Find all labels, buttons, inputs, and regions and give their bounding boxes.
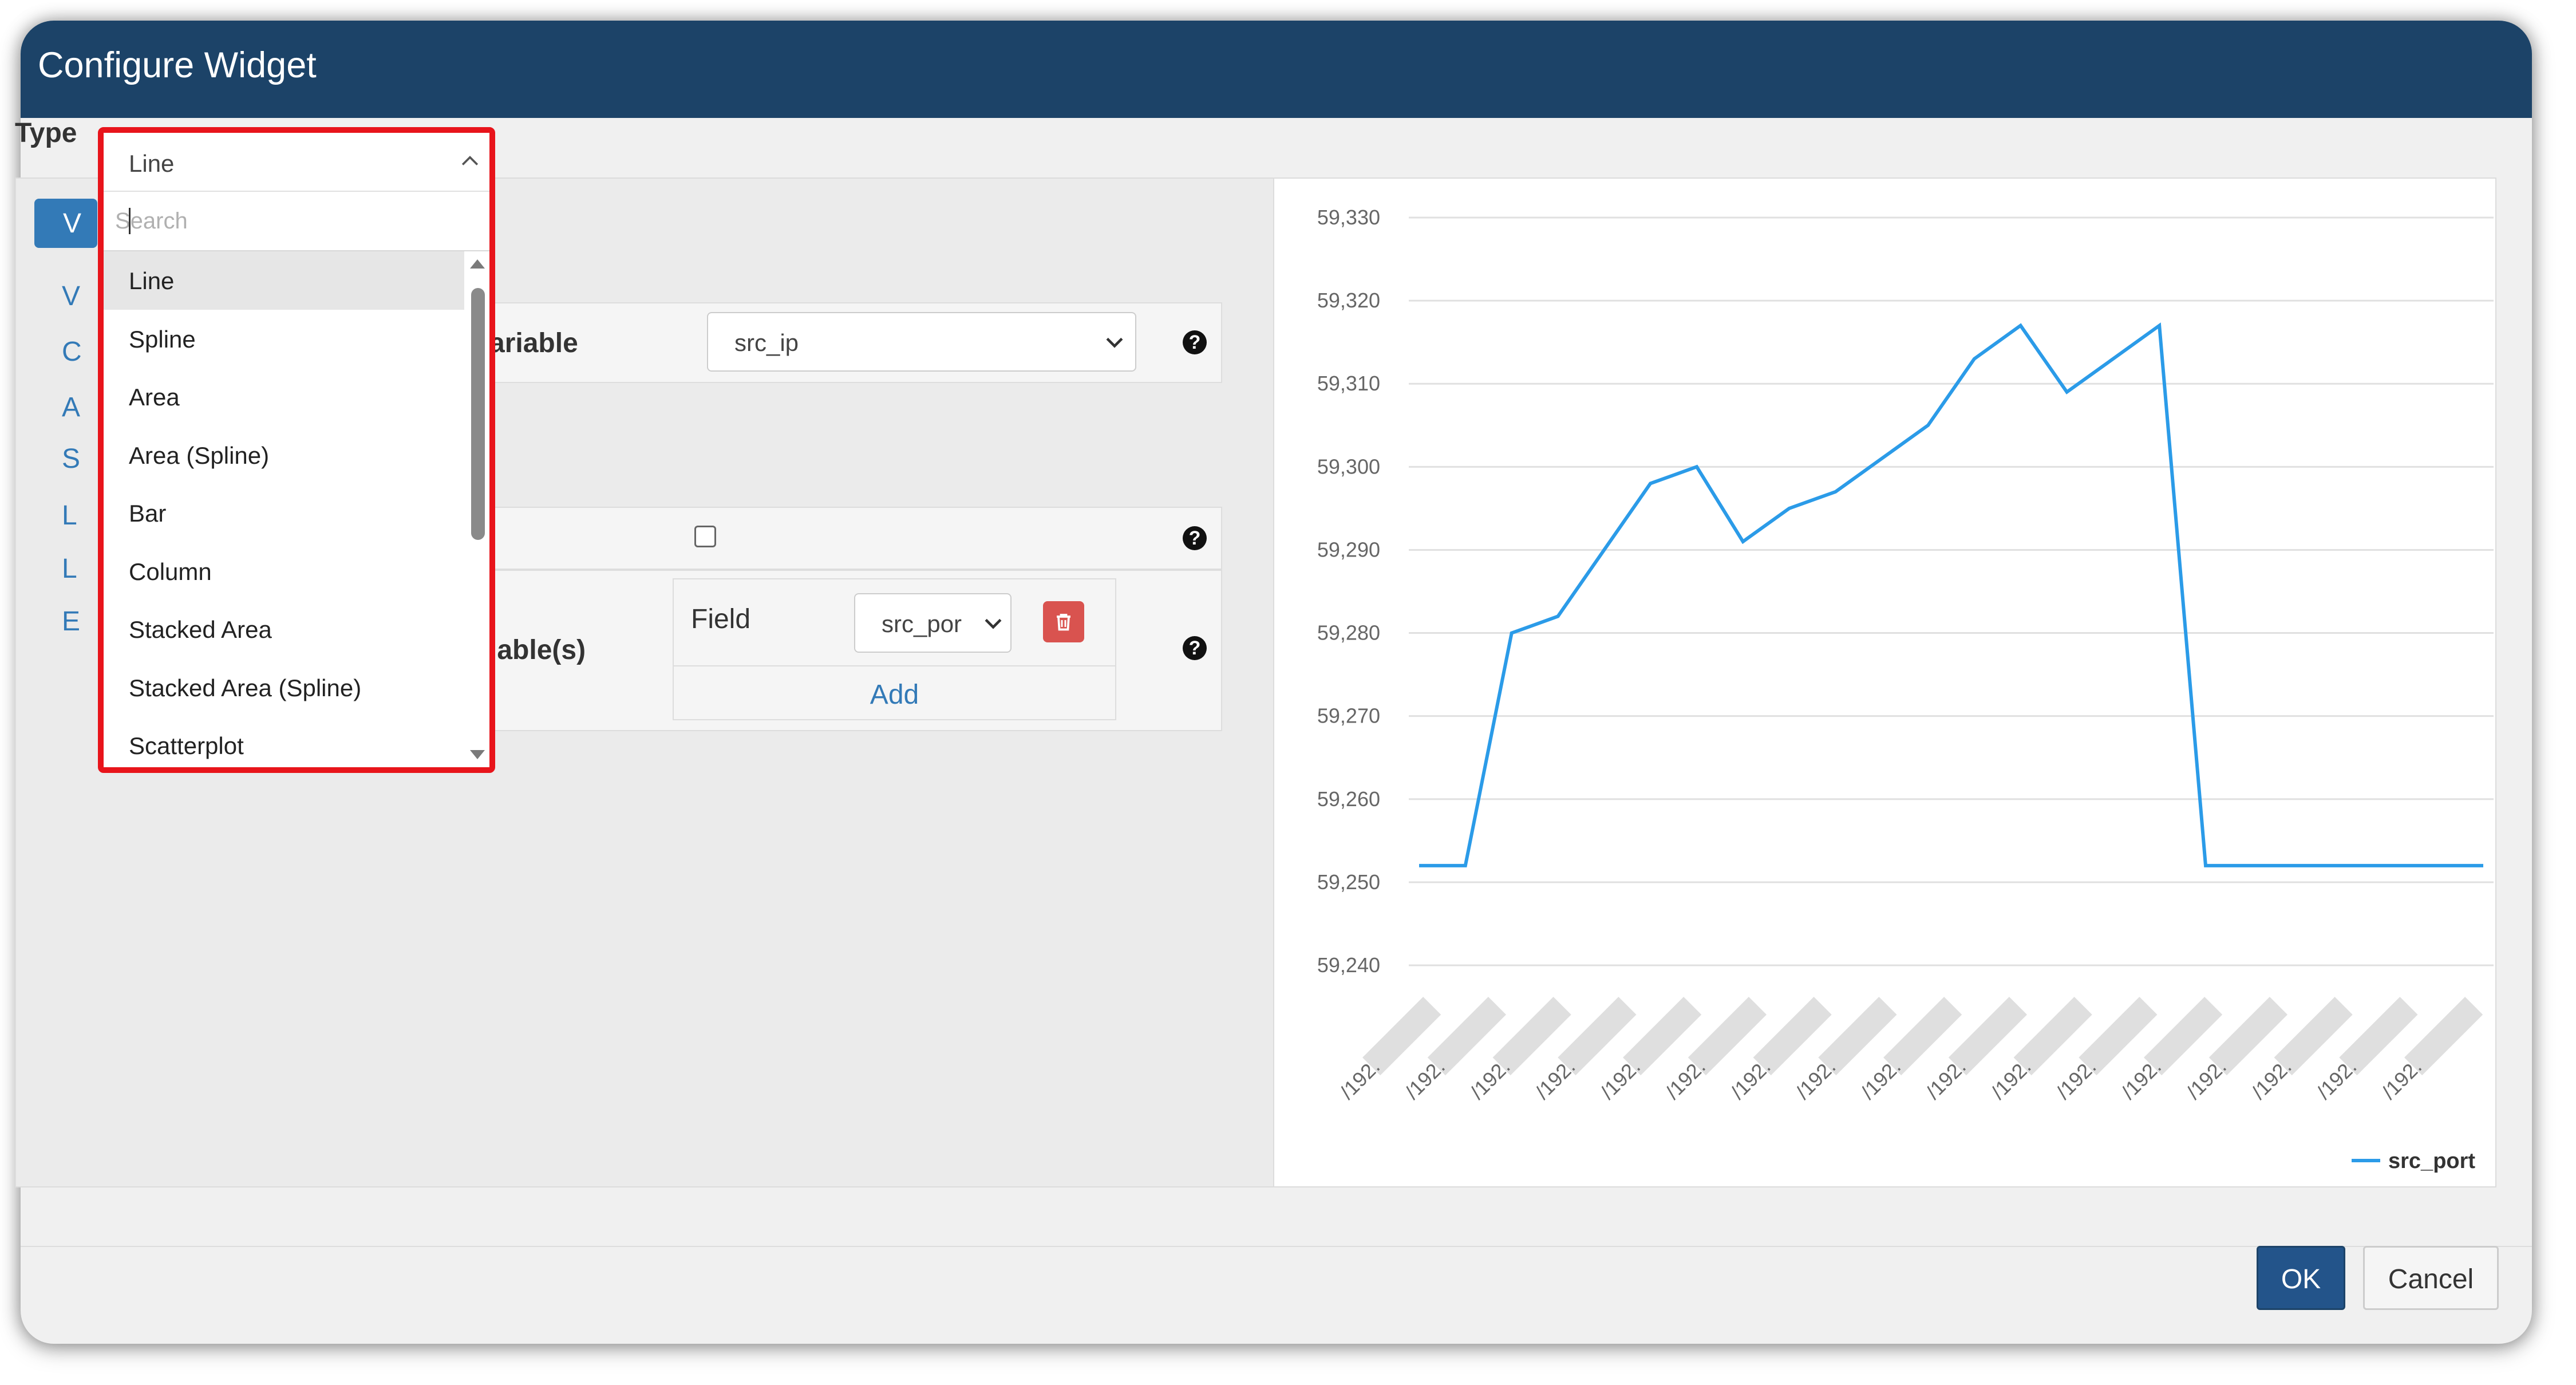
sidebar-item-1[interactable]: V xyxy=(62,281,80,312)
y-tick-label: 59,310 xyxy=(1317,372,1380,395)
series-line-src-port xyxy=(1419,322,2483,867)
y-tick-label: 59,290 xyxy=(1317,538,1380,561)
modal-title: Configure Widget xyxy=(38,45,317,85)
question-circle-icon[interactable]: ? xyxy=(1183,526,1207,550)
option-label: Column xyxy=(129,558,212,585)
sidebar-item-4[interactable]: S xyxy=(62,443,80,475)
type-option-area-spline[interactable]: Area (Spline) xyxy=(104,426,464,484)
option-checkbox[interactable] xyxy=(694,526,716,547)
chevron-up-icon xyxy=(461,156,479,165)
sidebar-tab-active[interactable]: V xyxy=(34,199,97,248)
checkbox-row xyxy=(401,507,1222,570)
type-option-bar[interactable]: Bar xyxy=(104,484,464,542)
type-search-input[interactable] xyxy=(115,204,470,238)
scrollbar-thumb[interactable] xyxy=(471,288,485,540)
sidebar-item-5[interactable]: L xyxy=(62,500,77,531)
variable-select-value: src_ip xyxy=(734,329,799,356)
field-label: Field xyxy=(691,604,751,634)
question-circle-icon[interactable]: ? xyxy=(1183,636,1207,660)
type-option-column[interactable]: Column xyxy=(104,542,464,601)
type-option-area[interactable]: Area xyxy=(104,368,464,426)
y-tick-label: 59,330 xyxy=(1317,206,1380,229)
chart-legend[interactable]: src_port xyxy=(2352,1149,2475,1173)
type-options-list: Line Spline Area Area (Spline) Bar Colum… xyxy=(104,251,464,767)
sidebar-item-6[interactable]: L xyxy=(62,553,77,585)
add-field-link[interactable]: Add xyxy=(674,679,1115,711)
option-label: Line xyxy=(129,267,175,294)
type-option-spline[interactable]: Spline xyxy=(104,310,464,368)
delete-field-button[interactable] xyxy=(1043,601,1084,642)
type-option-line[interactable]: Line xyxy=(104,251,464,310)
type-dropdown[interactable]: Line Line Spline Area Area (Spline) Bar … xyxy=(98,127,495,773)
add-row: Add xyxy=(674,665,1115,720)
field-select-value: src_por xyxy=(882,610,962,637)
variable-select[interactable]: src_ip xyxy=(707,312,1136,372)
type-option-stacked-area[interactable]: Stacked Area xyxy=(104,600,464,658)
fields-box: Field src_por Add xyxy=(673,578,1116,720)
type-search-box xyxy=(104,192,489,251)
ok-button-label: OK xyxy=(2281,1264,2321,1295)
y-tick-label: 59,280 xyxy=(1317,621,1380,645)
sidebar-tab-label: V xyxy=(63,208,82,239)
option-label: Stacked Area (Spline) xyxy=(129,674,362,701)
cancel-button[interactable]: Cancel xyxy=(2363,1246,2499,1310)
chevron-down-icon xyxy=(985,618,1002,629)
variable-label: ariable xyxy=(489,328,578,358)
y-tick-label: 59,250 xyxy=(1317,870,1380,894)
option-label: Stacked Area xyxy=(129,616,272,643)
option-label: Scatterplot xyxy=(129,732,244,759)
modal-footer xyxy=(21,1246,2532,1344)
y-tick-label: 59,300 xyxy=(1317,455,1380,478)
y-tick-label: 59,320 xyxy=(1317,289,1380,312)
type-label: Type xyxy=(15,118,77,148)
ok-button[interactable]: OK xyxy=(2257,1246,2345,1310)
scroll-up-arrow-icon[interactable] xyxy=(470,259,485,269)
type-option-scatterplot[interactable]: Scatterplot xyxy=(104,716,464,767)
scroll-down-arrow-icon[interactable] xyxy=(470,750,485,759)
y-tick-label: 59,240 xyxy=(1317,953,1380,977)
variables-label: iable(s) xyxy=(489,635,586,665)
chevron-down-icon xyxy=(1106,337,1123,348)
option-label: Spline xyxy=(129,325,196,353)
modal-header: Configure Widget xyxy=(21,21,2532,118)
type-select-value: Line xyxy=(129,150,175,177)
type-select[interactable]: Line xyxy=(104,133,489,192)
sidebar-item-7[interactable]: E xyxy=(62,606,80,637)
option-label: Area (Spline) xyxy=(129,441,270,469)
legend-label: src_port xyxy=(2388,1149,2475,1173)
text-caret xyxy=(129,208,131,234)
option-label: Area xyxy=(129,384,180,411)
sidebar-item-3[interactable]: A xyxy=(62,392,80,423)
line-chart: 59,330 59,320 59,310 59,300 59,290 59,280 59,2… xyxy=(1317,206,2494,1173)
y-tick-label: 59,270 xyxy=(1317,704,1380,728)
trash-icon xyxy=(1057,614,1070,631)
sidebar-item-2[interactable]: C xyxy=(62,336,82,368)
question-circle-icon[interactable]: ? xyxy=(1183,330,1207,354)
dropdown-scrollbar[interactable] xyxy=(464,251,489,767)
cancel-button-label: Cancel xyxy=(2388,1264,2474,1295)
y-tick-label: 59,260 xyxy=(1317,787,1380,811)
type-option-stacked-area-spline[interactable]: Stacked Area (Spline) xyxy=(104,658,464,717)
option-label: Bar xyxy=(129,500,167,527)
field-select[interactable]: src_por xyxy=(854,593,1012,653)
